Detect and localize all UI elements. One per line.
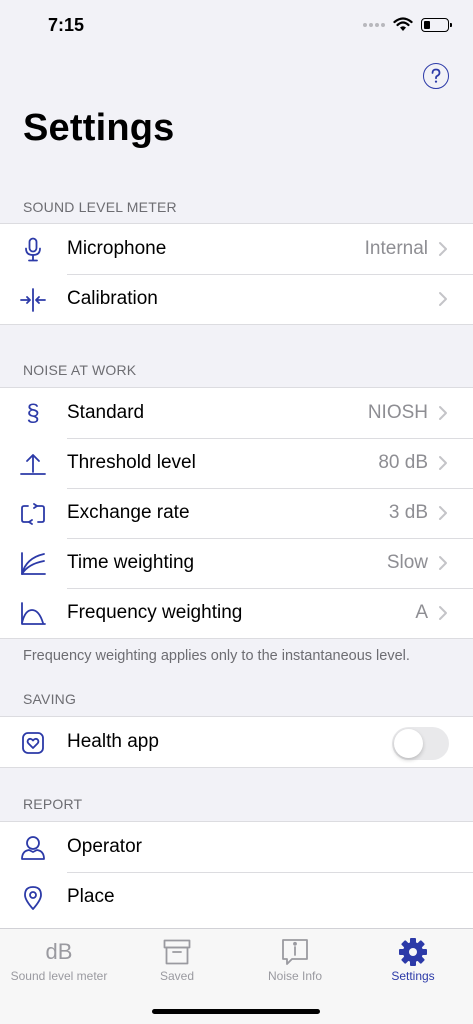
chevron-right-icon: [439, 456, 447, 470]
row-label: Time weighting: [67, 552, 195, 573]
row-label: Threshold level: [67, 452, 196, 473]
tab-sound-level-meter[interactable]: dB Sound level meter: [0, 929, 118, 999]
settings-row-place[interactable]: Place: [0, 872, 473, 922]
settings-row-operator[interactable]: Operator: [0, 822, 473, 872]
tab-label: Noise Info: [267, 969, 323, 983]
tab-noise-info[interactable]: Noise Info: [236, 929, 354, 999]
threshold-arrow-icon: [20, 451, 46, 477]
home-indicator: [152, 1009, 320, 1014]
microphone-icon: [20, 237, 46, 263]
row-label: Microphone: [67, 238, 167, 259]
row-label: Calibration: [67, 288, 158, 309]
gear-icon: [354, 937, 472, 967]
archive-box-icon: [118, 937, 236, 967]
toggle-knob: [394, 729, 423, 758]
health-heart-icon: [20, 730, 46, 756]
tab-label: Saved: [159, 969, 195, 983]
status-indicators: [363, 17, 452, 32]
frequency-weighting-footnote: Frequency weighting applies only to the …: [23, 648, 410, 664]
row-value: A: [415, 602, 428, 623]
chevron-right-icon: [439, 242, 447, 256]
chevron-right-icon: [439, 556, 447, 570]
section-header-report: REPORT: [23, 796, 83, 812]
exchange-icon: [20, 501, 46, 527]
help-button[interactable]: [423, 63, 449, 89]
time-curve-icon: [20, 551, 46, 577]
info-bubble-icon: [236, 937, 354, 967]
section-header-noise-at-work: NOISE AT WORK: [23, 362, 137, 378]
chevron-right-icon: [439, 292, 447, 306]
page-title: Settings: [23, 107, 175, 149]
row-value: NIOSH: [367, 402, 428, 423]
row-label: Frequency weighting: [67, 602, 243, 623]
settings-row-frequency-weighting[interactable]: Frequency weighting A: [0, 588, 473, 638]
status-time: 7:15: [48, 15, 85, 35]
chevron-right-icon: [439, 406, 447, 420]
person-icon: [20, 835, 46, 861]
settings-row-microphone[interactable]: Microphone Internal: [0, 224, 473, 274]
tab-label: Settings: [391, 969, 435, 983]
section-header-sound-level-meter: SOUND LEVEL METER: [23, 199, 177, 215]
row-label: Operator: [67, 836, 142, 857]
settings-row-calibration[interactable]: Calibration: [0, 274, 473, 324]
row-value: Internal: [364, 238, 428, 259]
db-icon: dB: [45, 939, 73, 964]
saving-group: Health app: [0, 716, 473, 768]
sound-level-meter-group: Microphone Internal Calibration: [0, 223, 473, 325]
row-value: Slow: [386, 552, 428, 573]
settings-row-health-app: Health app: [0, 717, 473, 767]
tab-bar: dB Sound level meter Saved Noise Info Se…: [0, 928, 473, 1024]
tab-settings[interactable]: Settings: [354, 929, 472, 999]
battery-icon: [421, 17, 452, 32]
noise-at-work-group: § Standard NIOSH Threshold level 80 dB E…: [0, 387, 473, 639]
health-app-toggle[interactable]: [392, 727, 449, 760]
row-value: 3 dB: [388, 502, 428, 523]
question-circle-icon: [431, 68, 441, 83]
row-label: Standard: [67, 402, 145, 423]
row-label: Exchange rate: [67, 502, 190, 523]
frequency-curve-icon: [20, 601, 46, 627]
wifi-icon: [393, 17, 413, 31]
section-header-saving: SAVING: [23, 691, 77, 707]
tab-label: Sound level meter: [10, 969, 108, 983]
section-sign-icon: §: [26, 400, 40, 427]
settings-row-exchange-rate[interactable]: Exchange rate 3 dB: [0, 488, 473, 538]
row-label: Health app: [67, 731, 159, 752]
report-group: Operator Place: [0, 821, 473, 931]
settings-row-time-weighting[interactable]: Time weighting Slow: [0, 538, 473, 588]
settings-row-standard[interactable]: § Standard NIOSH: [0, 388, 473, 438]
row-value: 80 dB: [378, 452, 428, 473]
calibration-icon: [20, 287, 46, 313]
tab-saved[interactable]: Saved: [118, 929, 236, 999]
settings-row-threshold-level[interactable]: Threshold level 80 dB: [0, 438, 473, 488]
cellular-signal-icon: [363, 22, 385, 27]
location-pin-icon: [20, 885, 46, 911]
chevron-right-icon: [439, 506, 447, 520]
row-label: Place: [67, 886, 115, 907]
chevron-right-icon: [439, 606, 447, 620]
status-bar: 7:15: [0, 0, 473, 50]
